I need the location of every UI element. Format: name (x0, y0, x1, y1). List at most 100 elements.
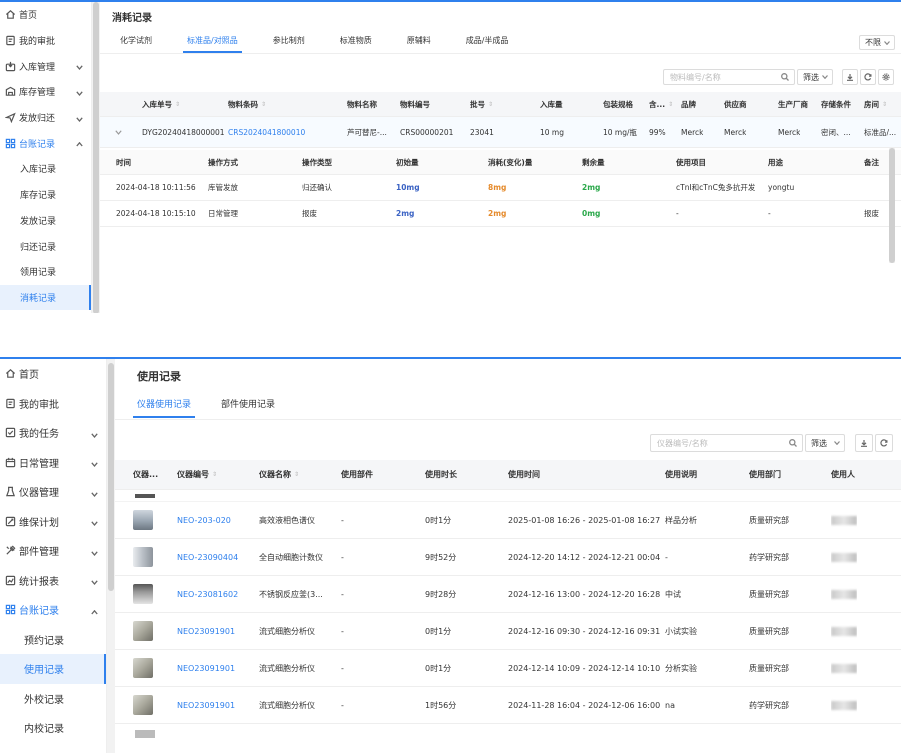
table-row[interactable]: NEO-23081602 不锈钢反应釜(3... - 9时28分 2024-12-16 … (115, 576, 901, 613)
sidebar-item-1[interactable]: 我的审批 (0, 389, 106, 419)
table-cell-code[interactable]: NEO-23090404 (177, 539, 238, 575)
table-row[interactable]: NEO23091901 流式细胞分析仪 - 0时1分 2024-12-14 10:09 … (115, 650, 901, 687)
tab-0[interactable]: 仪器使用记录 (132, 397, 196, 418)
detail-row[interactable]: 2024-04-18 10:15:10 日常管理 报废 2mg 2mg 0mg - - 报废 (100, 201, 901, 227)
sidebar-item-0[interactable]: 首页 (0, 359, 106, 389)
tab-1[interactable]: 标准品/对照品 (183, 35, 242, 53)
table-cell: - (768, 209, 771, 218)
column-header[interactable]: 批号 ⇕ (470, 92, 493, 116)
tab-1[interactable]: 部件使用记录 (221, 397, 275, 418)
sidebar-item-8[interactable]: 台账记录 (0, 595, 106, 625)
filter-button[interactable]: 筛选 (805, 434, 845, 452)
task-icon (4, 427, 16, 439)
sidebar-subitem-0[interactable]: 入库记录 (0, 156, 91, 182)
table-row-partial (115, 724, 901, 744)
download-button[interactable] (855, 434, 873, 452)
table-row[interactable]: DYG20240418000001 CRS2024041800010 芦可替尼-..… (100, 117, 901, 148)
chevron-down-icon (884, 40, 890, 45)
table-cell-code[interactable]: NEO-203-020 (177, 502, 231, 538)
search-input[interactable]: 物料编号/名称 (663, 69, 795, 85)
column-header[interactable]: 仪器名称 ⇕ (259, 460, 299, 489)
sidebar-item-2[interactable]: 入库管理 (0, 53, 91, 79)
sidebar-item-0[interactable]: 首页 (0, 2, 91, 28)
daily-icon (4, 456, 16, 468)
instrument-thumbnail[interactable] (133, 510, 153, 530)
sort-icon[interactable]: ⇕ (882, 101, 887, 108)
expand-icon[interactable] (115, 117, 122, 147)
column-header[interactable]: 入库单号 ⇕ (142, 92, 180, 116)
sort-icon[interactable]: ⇕ (294, 471, 299, 478)
column-header[interactable]: 房间 ⇕ (864, 92, 887, 116)
sidebar-scrollbar[interactable] (107, 359, 115, 753)
table-cell[interactable]: CRS2024041800010 (228, 117, 305, 147)
chevron-down-icon (91, 462, 98, 468)
tab-3[interactable]: 标准物质 (340, 35, 372, 53)
chevron-down-icon (76, 65, 83, 71)
table-cell: 8mg (488, 183, 507, 192)
tab-0[interactable]: 化学试剂 (120, 35, 152, 53)
sidebar-subitem-2[interactable]: 发放记录 (0, 208, 91, 234)
sidebar-scrollbar[interactable] (92, 2, 100, 313)
limit-select[interactable]: 不限 (859, 35, 895, 50)
sidebar-item-3[interactable]: 库存管理 (0, 79, 91, 105)
sidebar-subitem-label: 归还记录 (20, 242, 57, 253)
table-cell-code[interactable]: NEO23091901 (177, 650, 235, 686)
tab-4[interactable]: 原辅料 (407, 35, 431, 53)
instrument-thumbnail[interactable] (133, 658, 153, 678)
inbound-icon (4, 60, 16, 72)
sidebar-subitem-1[interactable]: 库存记录 (0, 182, 91, 208)
column-header[interactable]: 物料条码 ⇕ (228, 92, 266, 116)
filter-button[interactable]: 筛选 (797, 69, 833, 85)
sidebar-subitem-3[interactable]: 内校记录 (0, 713, 106, 743)
sort-icon[interactable]: ⇕ (488, 101, 493, 108)
sort-icon[interactable]: ⇕ (212, 471, 217, 478)
instrument-thumbnail[interactable] (133, 547, 153, 567)
instrument-thumbnail[interactable] (133, 621, 153, 641)
column-header[interactable]: 仪器编号 ⇕ (177, 460, 217, 489)
table-row[interactable]: NEO23091901 流式细胞分析仪 - 0时1分 2024-12-16 09:30 … (115, 613, 901, 650)
table-cell-code[interactable]: NEO23091901 (177, 613, 235, 649)
sidebar-subitem-4[interactable]: 领用记录 (0, 259, 91, 285)
settings-button[interactable] (878, 69, 894, 85)
sort-icon[interactable]: ⇕ (668, 101, 673, 108)
sidebar-item-7[interactable]: 统计报表 (0, 566, 106, 596)
sidebar-subitem-2[interactable]: 外校记录 (0, 684, 106, 714)
instrument-thumbnail[interactable] (133, 584, 153, 604)
column-header-label: 存储条件 (821, 99, 851, 109)
sidebar-item-4[interactable]: 发放归还 (0, 105, 91, 131)
sidebar-subitem-3[interactable]: 归还记录 (0, 233, 91, 259)
table-row[interactable]: NEO-23090404 全自动细胞计数仪 - 9时52分 2024-12-20 14:… (115, 539, 901, 576)
sidebar-item-label: 我的任务 (19, 429, 59, 441)
column-header: 使用部件 (341, 460, 373, 489)
table-row[interactable]: NEO23091901 流式细胞分析仪 - 1时56分 2024-11-28 16:04… (115, 687, 901, 724)
sidebar-item-2[interactable]: 我的任务 (0, 418, 106, 448)
sidebar-item-1[interactable]: 我的审批 (0, 28, 91, 54)
table-cell-code[interactable]: NEO-23081602 (177, 576, 238, 612)
sidebar-item-4[interactable]: 仪器管理 (0, 477, 106, 507)
download-button[interactable] (842, 69, 858, 85)
sidebar-item-label: 日常管理 (19, 458, 59, 470)
tab-2[interactable]: 参比制剂 (273, 35, 305, 53)
sort-icon[interactable]: ⇕ (261, 101, 266, 108)
detail-row[interactable]: 2024-04-18 10:11:56 库管发放 归还确认 10mg 8mg 2mg cTn… (100, 175, 901, 201)
table-cell-code[interactable]: NEO23091901 (177, 687, 235, 723)
table-scrollbar[interactable] (889, 148, 895, 263)
tab-5[interactable]: 成品/半成品 (466, 35, 509, 53)
refresh-button[interactable] (860, 69, 876, 85)
sort-icon[interactable]: ⇕ (175, 101, 180, 108)
refresh-button[interactable] (875, 434, 893, 452)
sidebar-item-5[interactable]: 台账记录 (0, 130, 91, 156)
limit-select-value: 不限 (865, 38, 881, 47)
sidebar-item-3[interactable]: 日常管理 (0, 448, 106, 478)
sidebar-item-6[interactable]: 部件管理 (0, 536, 106, 566)
sidebar-subitem-1[interactable]: 使用记录 (0, 654, 106, 684)
search-input[interactable]: 仪器编号/名称 (650, 434, 803, 452)
sidebar-subitem-5[interactable]: 消耗记录 (0, 284, 91, 311)
sidebar-subitem-0[interactable]: 预约记录 (0, 625, 106, 655)
table-cell-part: - (341, 700, 344, 710)
instrument-thumbnail[interactable] (133, 695, 153, 715)
table-row[interactable]: NEO-203-020 高效液相色谱仪 - 0时1分 2025-01-08 16:26 … (115, 502, 901, 539)
user-name-redacted (831, 663, 857, 673)
column-header[interactable]: 含... ⇕ (649, 92, 673, 116)
sidebar-item-5[interactable]: 维保计划 (0, 507, 106, 537)
